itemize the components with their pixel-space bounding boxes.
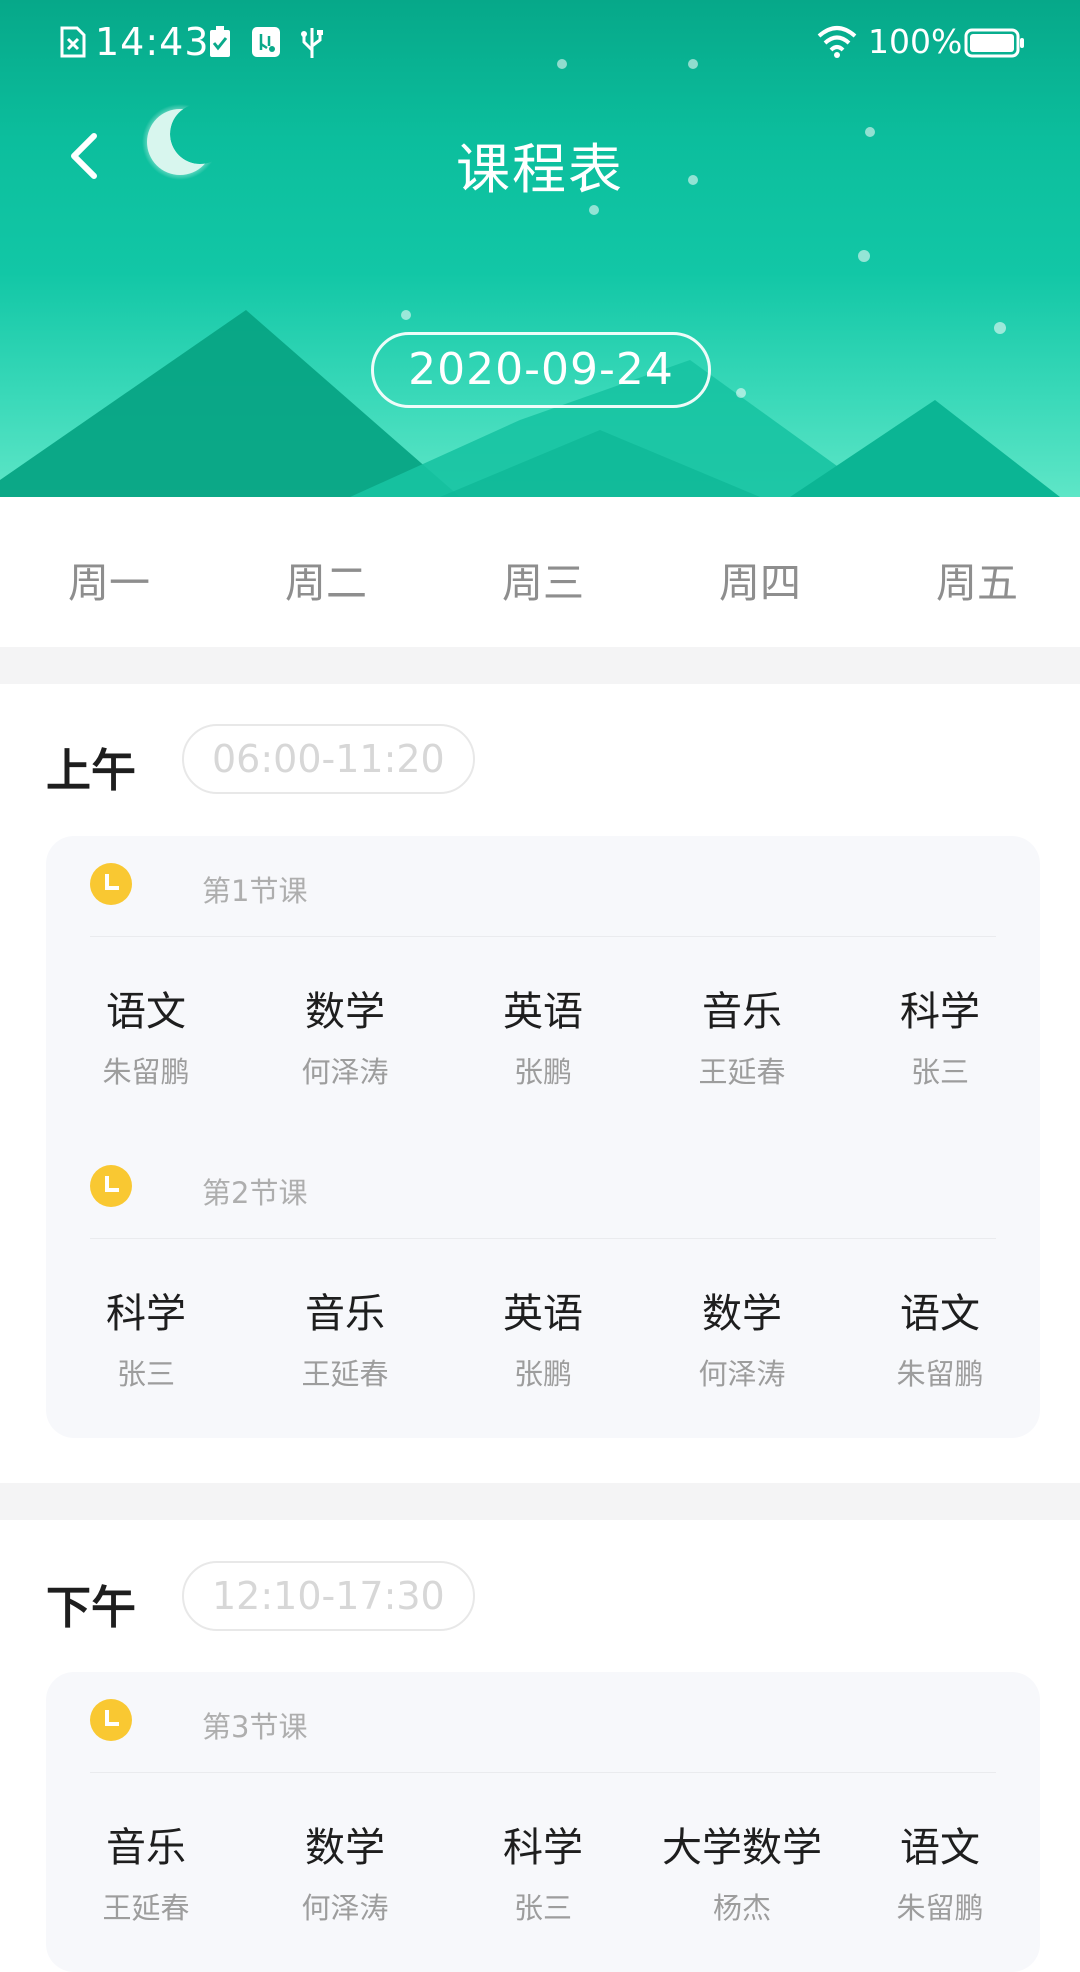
course-item[interactable]: 语文 朱留鹏 bbox=[840, 1815, 1040, 1927]
status-time: 14:43 bbox=[95, 20, 210, 64]
clock-icon bbox=[90, 863, 132, 905]
course-name: 数学 bbox=[305, 989, 385, 1035]
course-name: 科学 bbox=[106, 1291, 186, 1337]
clock-icon bbox=[90, 1699, 132, 1741]
course-item[interactable]: 数学 何泽涛 bbox=[245, 1815, 445, 1927]
tab-friday[interactable]: 周五 bbox=[902, 549, 1052, 609]
course-name: 语文 bbox=[106, 989, 186, 1035]
tab-wednesday[interactable]: 周三 bbox=[468, 549, 618, 609]
course-teacher: 张鹏 bbox=[513, 1055, 572, 1089]
page-title: 课程表 bbox=[456, 138, 624, 201]
clock-icon bbox=[90, 1165, 132, 1207]
course-teacher: 何泽涛 bbox=[301, 1891, 389, 1925]
course-item[interactable]: 数学 何泽涛 bbox=[642, 1281, 842, 1393]
course-item[interactable]: 科学 张三 bbox=[840, 979, 1040, 1091]
course-name: 科学 bbox=[503, 1825, 583, 1871]
course-teacher: 张鹏 bbox=[513, 1357, 572, 1391]
period-time-afternoon: 12:10-17:30 bbox=[182, 1561, 475, 1631]
battery-icon bbox=[964, 28, 1024, 58]
course-teacher: 何泽涛 bbox=[698, 1357, 786, 1391]
lesson-header: 第2节课 bbox=[90, 1138, 996, 1239]
course-name: 音乐 bbox=[702, 989, 782, 1035]
course-teacher: 王延春 bbox=[102, 1891, 190, 1925]
course-teacher: 王延春 bbox=[698, 1055, 786, 1089]
status-bar: 14:43 100% bbox=[0, 0, 1080, 86]
lesson-label: 第1节课 bbox=[202, 874, 308, 908]
lesson-card-morning: 第1节课 语文 朱留鹏 数学 何泽涛 英语 张鹏 音乐 王延春 科学 张三 第2… bbox=[46, 836, 1040, 1438]
battery-check-icon bbox=[210, 26, 230, 57]
header-banner: 14:43 100% 课程表 2020-09-24 bbox=[0, 0, 1080, 497]
period-title-afternoon: 下午 bbox=[46, 1581, 137, 1634]
course-teacher: 何泽涛 bbox=[301, 1055, 389, 1089]
lesson-card-afternoon: 第3节课 音乐 王延春 数学 何泽涛 科学 张三 大学数学 杨杰 语文 朱留鹏 bbox=[46, 1672, 1040, 1972]
course-item[interactable]: 音乐 王延春 bbox=[642, 979, 842, 1091]
week-tabs: 周一 周二 周三 周四 周五 bbox=[0, 497, 1080, 647]
course-name: 语文 bbox=[900, 1291, 980, 1337]
course-item[interactable]: 语文 朱留鹏 bbox=[46, 979, 246, 1091]
course-name: 英语 bbox=[503, 1291, 583, 1337]
lesson-label: 第3节课 bbox=[202, 1710, 308, 1744]
course-item[interactable]: 英语 张鹏 bbox=[443, 979, 643, 1091]
course-name: 数学 bbox=[702, 1291, 782, 1337]
course-name: 英语 bbox=[503, 989, 583, 1035]
tab-monday[interactable]: 周一 bbox=[34, 549, 184, 609]
battery-percent: 100% bbox=[868, 22, 963, 61]
section-divider bbox=[0, 1483, 1080, 1520]
tab-tuesday[interactable]: 周二 bbox=[251, 549, 401, 609]
course-name: 大学数学 bbox=[662, 1825, 822, 1871]
course-name: 音乐 bbox=[106, 1825, 186, 1871]
course-teacher: 张三 bbox=[910, 1055, 969, 1089]
sim-off-icon bbox=[60, 26, 86, 58]
course-item[interactable]: 音乐 王延春 bbox=[245, 1281, 445, 1393]
course-name: 科学 bbox=[900, 989, 980, 1035]
course-name: 语文 bbox=[900, 1825, 980, 1871]
course-teacher: 朱留鹏 bbox=[896, 1357, 984, 1391]
lesson-header: 第3节课 bbox=[90, 1672, 996, 1773]
course-item[interactable]: 科学 张三 bbox=[443, 1815, 643, 1927]
lesson-label: 第2节课 bbox=[202, 1176, 308, 1210]
course-teacher: 王延春 bbox=[301, 1357, 389, 1391]
course-teacher: 朱留鹏 bbox=[102, 1055, 190, 1089]
course-item[interactable]: 数学 何泽涛 bbox=[245, 979, 445, 1091]
course-item[interactable]: 科学 张三 bbox=[46, 1281, 246, 1393]
section-divider bbox=[0, 647, 1080, 684]
usb-debug-icon bbox=[252, 27, 280, 57]
course-item[interactable]: 音乐 王延春 bbox=[46, 1815, 246, 1927]
course-name: 音乐 bbox=[305, 1291, 385, 1337]
wifi-icon bbox=[817, 26, 857, 58]
course-item[interactable]: 大学数学 杨杰 bbox=[642, 1815, 842, 1927]
course-item[interactable]: 英语 张鹏 bbox=[443, 1281, 643, 1393]
tab-thursday[interactable]: 周四 bbox=[685, 549, 835, 609]
date-selector[interactable]: 2020-09-24 bbox=[371, 332, 711, 408]
lesson-header: 第1节课 bbox=[90, 836, 996, 937]
period-time-morning: 06:00-11:20 bbox=[182, 724, 475, 794]
course-teacher: 张三 bbox=[116, 1357, 175, 1391]
course-teacher: 张三 bbox=[513, 1891, 572, 1925]
usb-icon bbox=[301, 28, 323, 58]
course-teacher: 朱留鹏 bbox=[896, 1891, 984, 1925]
course-teacher: 杨杰 bbox=[712, 1891, 771, 1925]
course-name: 数学 bbox=[305, 1825, 385, 1871]
period-title-morning: 上午 bbox=[46, 744, 137, 797]
course-item[interactable]: 语文 朱留鹏 bbox=[840, 1281, 1040, 1393]
